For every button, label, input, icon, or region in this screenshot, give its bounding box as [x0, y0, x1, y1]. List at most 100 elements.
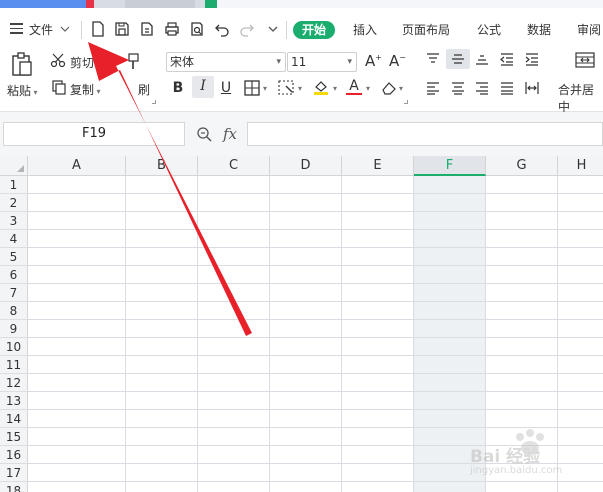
formula-input[interactable] — [247, 122, 603, 146]
align-center-icon[interactable] — [450, 81, 466, 95]
clipboard-group-launcher-icon[interactable] — [152, 100, 156, 104]
tab-strip-green[interactable] — [205, 0, 217, 8]
row-header-17[interactable]: 17 — [0, 464, 28, 482]
copy-button[interactable]: 复制 ▾ — [70, 81, 101, 98]
spreadsheet-app: 文件 开始 插入 页面布局 公式 数据 审阅 粘贴 ▾ 剪切 复制 ▾ 刷 宋体… — [0, 0, 603, 492]
scissors-icon[interactable] — [50, 52, 66, 68]
font-group-launcher-icon[interactable] — [404, 100, 408, 104]
row-header-8[interactable]: 8 — [0, 302, 28, 320]
distributed-align-icon[interactable] — [524, 81, 540, 95]
fx-icon[interactable]: fx — [223, 125, 237, 143]
paste-button[interactable]: 粘贴 ▾ — [7, 82, 38, 99]
row-header-1[interactable]: 1 — [0, 176, 28, 194]
increase-indent-icon[interactable] — [524, 52, 540, 66]
font-name-select[interactable]: 宋体 ▾ — [166, 52, 286, 72]
tab-home[interactable]: 开始 — [293, 21, 336, 39]
merge-center-icon[interactable] — [575, 52, 595, 68]
column-header-d[interactable]: D — [270, 156, 342, 176]
row-header-13[interactable]: 13 — [0, 392, 28, 410]
row-header-18[interactable]: 18 — [0, 482, 28, 492]
cell-style-icon[interactable] — [278, 80, 296, 96]
justify-icon[interactable] — [499, 81, 515, 95]
undo-icon[interactable] — [213, 20, 231, 38]
align-right-icon[interactable] — [474, 81, 490, 95]
tab-page-layout[interactable]: 页面布局 — [402, 21, 450, 39]
borders-icon[interactable] — [244, 80, 260, 96]
bold-icon[interactable]: B — [170, 78, 186, 98]
redo-icon[interactable] — [238, 20, 256, 38]
column-header-e[interactable]: E — [342, 156, 414, 176]
row-gridline — [28, 211, 603, 212]
row-header-3[interactable]: 3 — [0, 212, 28, 230]
new-document-icon[interactable] — [89, 20, 107, 38]
tab-review[interactable]: 审阅 — [577, 21, 601, 39]
fill-color-icon[interactable] — [312, 78, 330, 96]
baidu-watermark: Bai 经验 jingyan.baidu.com — [470, 428, 600, 488]
column-header-h[interactable]: H — [558, 156, 603, 176]
align-middle-icon — [452, 54, 464, 64]
row-header-2[interactable]: 2 — [0, 194, 28, 212]
print-preview-icon[interactable] — [188, 20, 206, 38]
chevron-down-icon: ▾ — [347, 57, 352, 67]
row-header-5[interactable]: 5 — [0, 248, 28, 266]
tab-formulas[interactable]: 公式 — [477, 21, 501, 39]
paste-label: 粘贴 — [7, 84, 32, 98]
row-header-16[interactable]: 16 — [0, 446, 28, 464]
align-bottom-icon[interactable] — [474, 52, 490, 66]
quick-access-dropdown-icon[interactable] — [264, 20, 282, 38]
copy-icon[interactable] — [51, 79, 67, 95]
row-header-9[interactable]: 9 — [0, 320, 28, 338]
italic-icon[interactable]: I — [192, 76, 214, 98]
save-icon[interactable] — [113, 20, 131, 38]
paste-icon[interactable] — [9, 51, 35, 77]
watermark-url: jingyan.baidu.com — [470, 465, 563, 476]
align-middle-button[interactable] — [446, 49, 470, 69]
format-painter-icon[interactable] — [126, 52, 142, 72]
row-header-4[interactable]: 4 — [0, 230, 28, 248]
column-header-c[interactable]: C — [198, 156, 270, 176]
fill-color-dropdown-icon[interactable]: ▾ — [333, 84, 337, 93]
borders-dropdown-icon[interactable]: ▾ — [263, 84, 267, 93]
tab-data[interactable]: 数据 — [527, 21, 551, 39]
row-header-11[interactable]: 11 — [0, 356, 28, 374]
hamburger-menu-icon[interactable] — [10, 23, 23, 34]
decrease-indent-icon[interactable] — [499, 52, 515, 66]
decrease-font-size-icon[interactable]: A− — [389, 52, 406, 70]
tab-insert[interactable]: 插入 — [353, 21, 377, 39]
eraser-icon[interactable] — [380, 80, 398, 96]
ribbon-home: 粘贴 ▾ 剪切 复制 ▾ 刷 宋体 ▾ 11 ▾ A+ A− B I U ▾ ▾ ▾… — [0, 46, 603, 115]
font-size-select[interactable]: 11 ▾ — [287, 52, 357, 72]
row-header-14[interactable]: 14 — [0, 410, 28, 428]
column-header-g[interactable]: G — [486, 156, 558, 176]
divider — [286, 21, 287, 39]
merge-center-button[interactable]: 合并居中 — [558, 81, 603, 115]
underline-icon[interactable]: U — [218, 78, 234, 98]
cut-button[interactable]: 剪切 — [70, 54, 94, 71]
font-color-dropdown-icon[interactable]: ▾ — [366, 84, 370, 93]
font-size-value: 11 — [291, 55, 307, 69]
row-header-12[interactable]: 12 — [0, 374, 28, 392]
row-header-15[interactable]: 15 — [0, 428, 28, 446]
copy-dropdown-icon[interactable]: ▾ — [94, 87, 101, 96]
export-pdf-icon[interactable] — [138, 20, 156, 38]
row-gridline — [28, 301, 603, 302]
clear-dropdown-icon[interactable]: ▾ — [399, 84, 403, 93]
zoom-search-icon[interactable] — [196, 126, 213, 143]
file-menu-button[interactable]: 文件 — [29, 20, 71, 38]
name-box[interactable]: F19 — [3, 122, 185, 146]
row-header-10[interactable]: 10 — [0, 338, 28, 356]
format-painter-label[interactable]: 刷 — [138, 81, 150, 98]
column-header-a[interactable]: A — [28, 156, 126, 176]
increase-font-size-icon[interactable]: A+ — [365, 52, 382, 70]
align-left-icon[interactable] — [425, 81, 441, 95]
row-header-6[interactable]: 6 — [0, 266, 28, 284]
cell-style-dropdown-icon[interactable]: ▾ — [298, 84, 302, 93]
column-header-b[interactable]: B — [126, 156, 198, 176]
print-icon[interactable] — [163, 20, 181, 38]
paste-dropdown-icon[interactable]: ▾ — [31, 88, 38, 97]
select-all-corner[interactable] — [0, 156, 28, 176]
font-color-icon[interactable]: A — [346, 76, 362, 96]
align-top-icon[interactable] — [425, 52, 441, 66]
row-header-7[interactable]: 7 — [0, 284, 28, 302]
column-header-f[interactable]: F — [414, 156, 486, 176]
